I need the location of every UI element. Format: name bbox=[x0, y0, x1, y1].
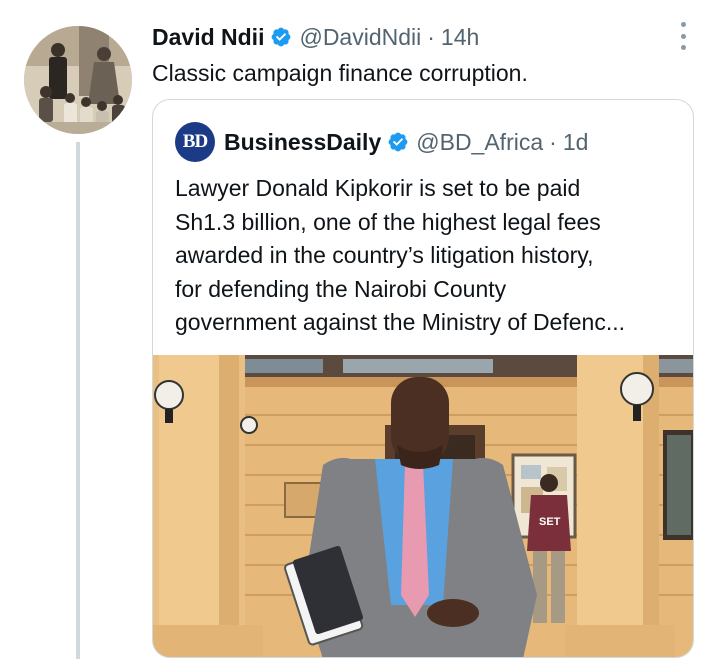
more-options-icon[interactable] bbox=[678, 22, 688, 50]
author-name[interactable]: David Ndii bbox=[152, 24, 264, 51]
quoted-tweet-header: BD BusinessDaily @BD_Africa · 1d bbox=[175, 122, 588, 162]
quoted-tweet-card[interactable]: BD BusinessDaily @BD_Africa · 1d Lawyer … bbox=[152, 99, 694, 658]
businessdaily-logo-avatar[interactable]: BD bbox=[175, 122, 215, 162]
quoted-text-line: Sh1.3 billion, one of the highest legal … bbox=[175, 208, 601, 235]
tweet-text: Classic campaign finance corruption. bbox=[152, 60, 528, 86]
avatar-photo bbox=[24, 26, 132, 134]
quoted-tweet-photo[interactable]: SET bbox=[153, 355, 694, 658]
author-avatar[interactable] bbox=[24, 26, 132, 134]
quoted-author-name[interactable]: BusinessDaily bbox=[224, 129, 381, 156]
separator-dot: · bbox=[427, 23, 435, 50]
quoted-text-line: Lawyer Donald Kipkorir is set to be paid bbox=[175, 175, 581, 201]
verified-badge-icon bbox=[272, 27, 291, 47]
quoted-author-handle[interactable]: @BD_Africa bbox=[416, 129, 543, 156]
tweet-header: David Ndii @DavidNdii · 14h bbox=[152, 22, 479, 52]
tweet-timestamp[interactable]: 14h bbox=[441, 24, 479, 51]
thread-connector-line bbox=[76, 142, 80, 659]
author-handle[interactable]: @DavidNdii bbox=[299, 24, 421, 51]
shirt-print-text: SET bbox=[539, 516, 561, 528]
quoted-tweet-text: Lawyer Donald Kipkorir is set to be paid… bbox=[175, 172, 680, 340]
quoted-text-line: government against the Ministry of Defen… bbox=[175, 309, 625, 335]
quoted-tweet-timestamp[interactable]: 1d bbox=[563, 129, 589, 156]
separator-dot: · bbox=[549, 128, 557, 155]
verified-badge-icon bbox=[388, 132, 408, 152]
quoted-text-line: for defending the Nairobi County bbox=[175, 275, 507, 302]
quoted-text-line: awarded in the country’s litigation hist… bbox=[175, 242, 594, 268]
tweet: David Ndii @DavidNdii · 14h Classic camp… bbox=[0, 0, 720, 659]
